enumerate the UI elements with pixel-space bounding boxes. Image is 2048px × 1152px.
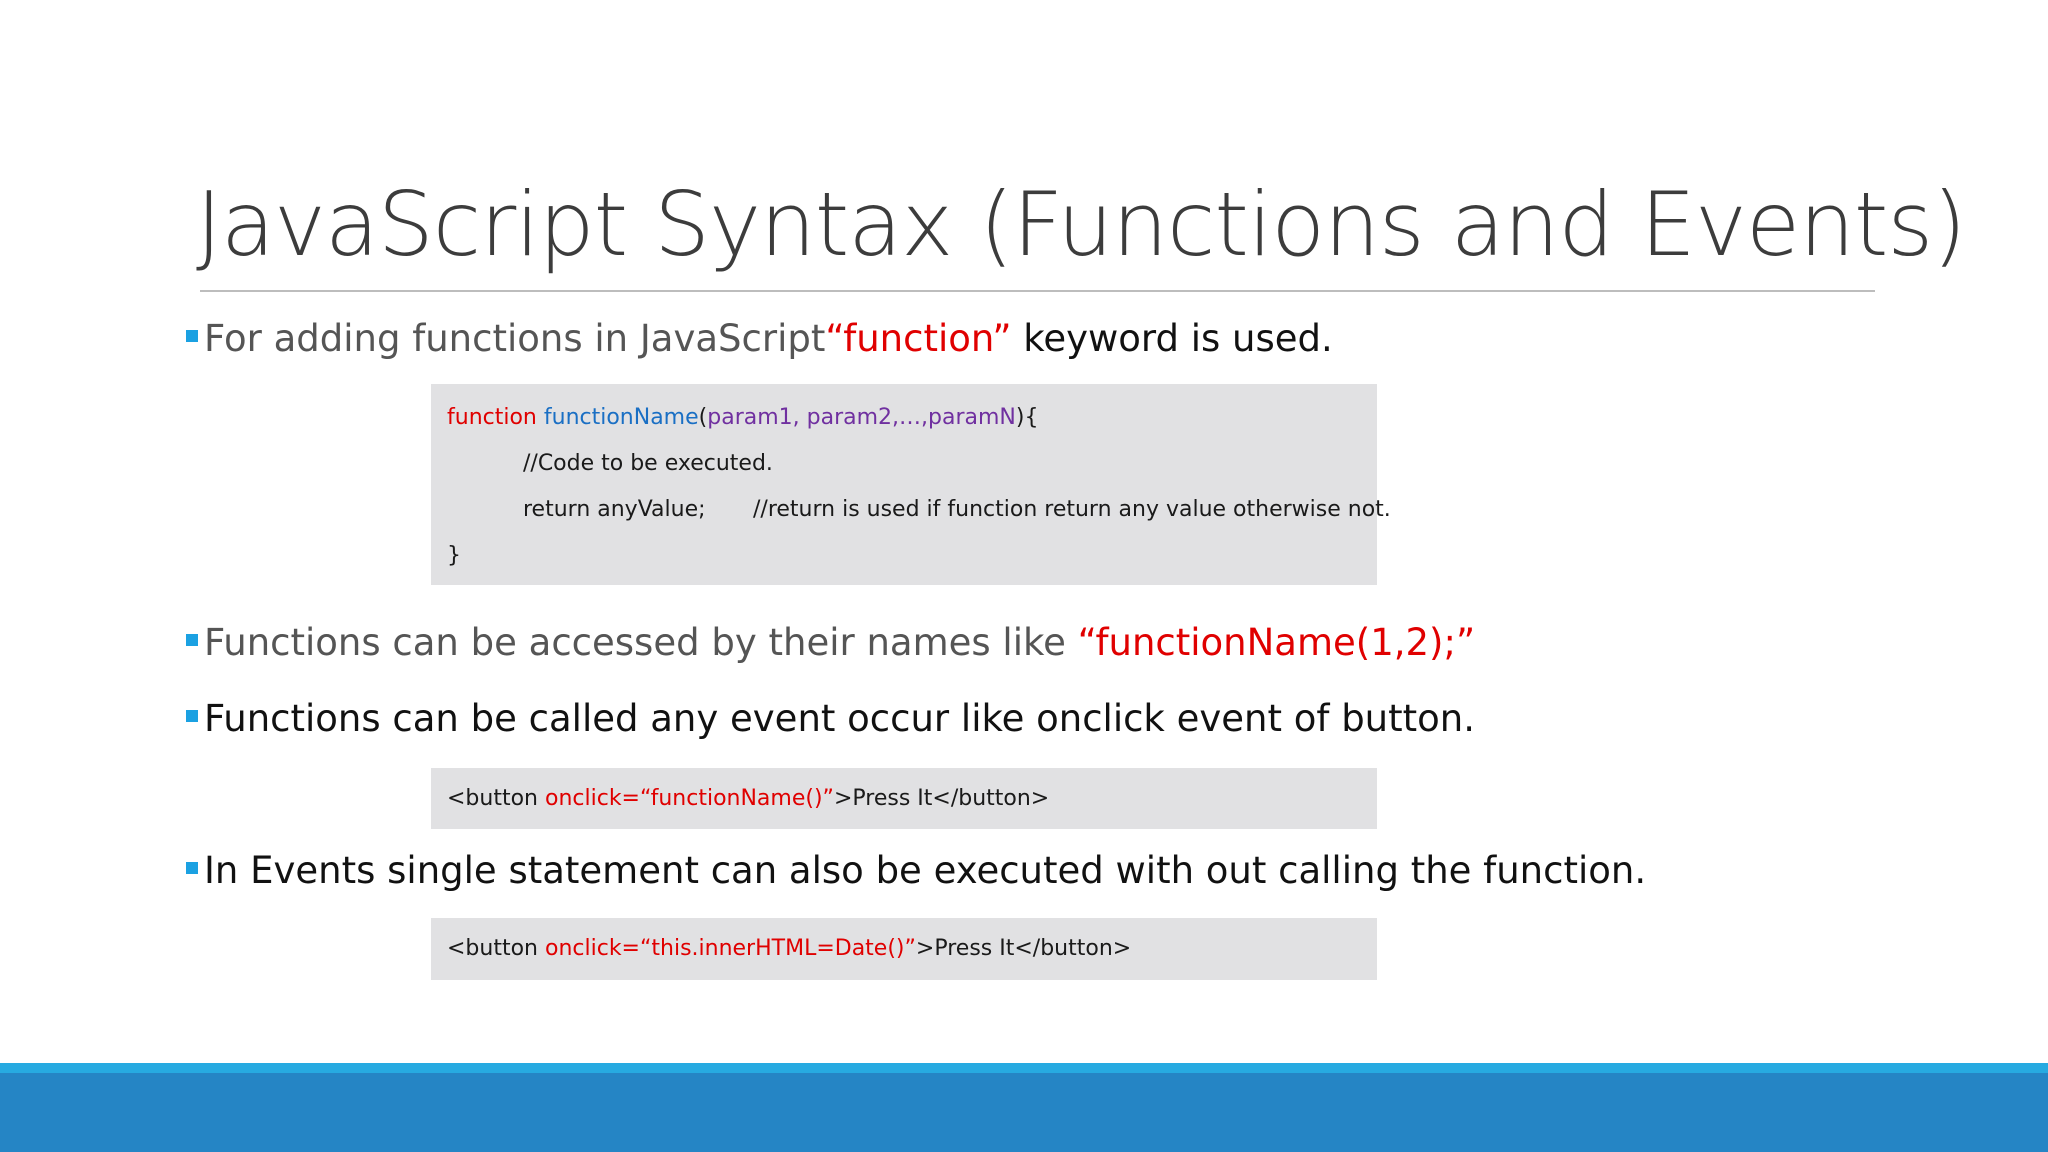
bullet-highlight: “functionName(1,2);” [1077,621,1476,664]
code-onclick-attr: onclick=“this.innerHTML=Date()” [545,936,916,961]
code-keyword: function [447,405,537,430]
code-line-comment: //Code to be executed. [523,451,773,476]
bullet-square-icon [186,330,198,342]
code-tag-open: <button [447,936,545,961]
code-line-signature: function functionName(param1, param2,…,p… [447,403,1038,433]
slide-title: JavaScript Syntax (Functions and Events) [196,173,1967,276]
code-block-function: function functionName(param1, param2,…,p… [431,384,1391,585]
bullet-square-icon [186,710,198,722]
footer-accent-stripe [0,1063,2048,1073]
code-block-button-function: <button onclick=“functionName()”>Press I… [431,768,1377,829]
footer-band [0,1073,2048,1152]
slide: JavaScript Syntax (Functions and Events)… [0,0,2048,1152]
code-onclick-attr: onclick=“functionName()” [545,786,834,811]
code-line-closing-brace: } [447,543,461,568]
bullet-access-by-name: Functions can be accessed by their names… [186,618,1475,668]
title-divider [200,290,1875,292]
code-tag-open: <button [447,786,545,811]
code-line-button: <button onclick=“functionName()”>Press I… [447,784,1049,814]
bullet-text: Functions can be accessed by their names… [204,621,1078,664]
code-line-button: <button onclick=“this.innerHTML=Date()”>… [447,934,1131,964]
code-params: param1, param2,…,paramN [707,405,1016,430]
bullet-text-suffix: keyword is used. [1011,317,1333,360]
code-block-button-inline: <button onclick=“this.innerHTML=Date()”>… [431,918,1377,980]
code-open-paren: ( [698,405,708,430]
bullet-text: Functions can be called any event occur … [204,697,1475,740]
code-tag-rest: >Press It</button> [833,786,1050,811]
bullet-text: In Events single statement can also be e… [204,849,1647,892]
bullet-highlight: “function” [825,317,1012,360]
bullet-text: For adding functions in JavaScript [204,317,826,360]
bullet-inline-statement: In Events single statement can also be e… [186,846,1646,896]
code-tag-rest: >Press It</button> [915,936,1132,961]
code-line-return: return anyValue; [523,497,706,522]
bullet-square-icon [186,634,198,646]
code-function-name: functionName [543,405,699,430]
bullet-function-keyword: For adding functions in JavaScript “func… [186,314,1333,364]
code-close: ){ [1015,405,1039,430]
bullet-event-call: Functions can be called any event occur … [186,694,1475,744]
bullet-square-icon [186,862,198,874]
code-line-return-comment: //return is used if function return any … [753,497,1391,522]
